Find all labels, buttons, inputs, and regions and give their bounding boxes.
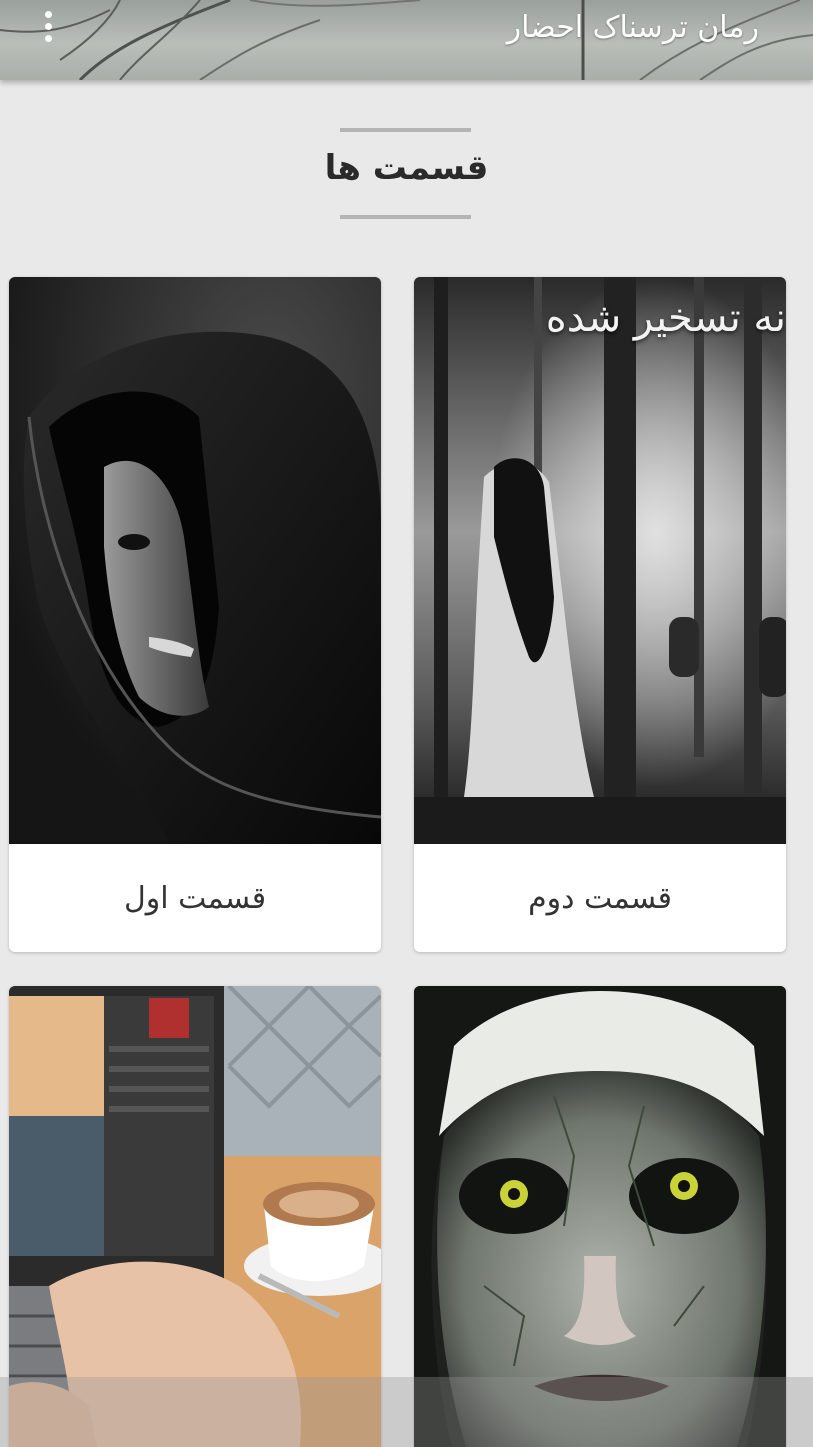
bottom-overlay-bar [0,1377,813,1447]
episode-1-image [9,277,381,844]
episode-2-image: نه تسخیر شده [414,277,786,844]
app-title: رمان ترسناک احضار [506,10,759,45]
section-divider-top [340,128,471,132]
more-options-button[interactable] [28,6,68,46]
app-screen: رمان ترسناک احضار قسمت ها قسمت اول نه تس… [0,0,813,1447]
app-bar: رمان ترسناک احضار [0,0,813,80]
section-title: قسمت ها [324,148,489,188]
episode-2-overlay-text: نه تسخیر شده [545,295,786,341]
more-vert-icon [44,10,52,18]
episode-card-1[interactable]: قسمت اول [9,277,381,952]
episode-1-label: قسمت اول [123,880,267,916]
episode-2-label: قسمت دوم [528,880,672,916]
section-divider-bottom [340,215,471,219]
episode-card-2[interactable]: نه تسخیر شده قسمت دوم [414,277,786,952]
